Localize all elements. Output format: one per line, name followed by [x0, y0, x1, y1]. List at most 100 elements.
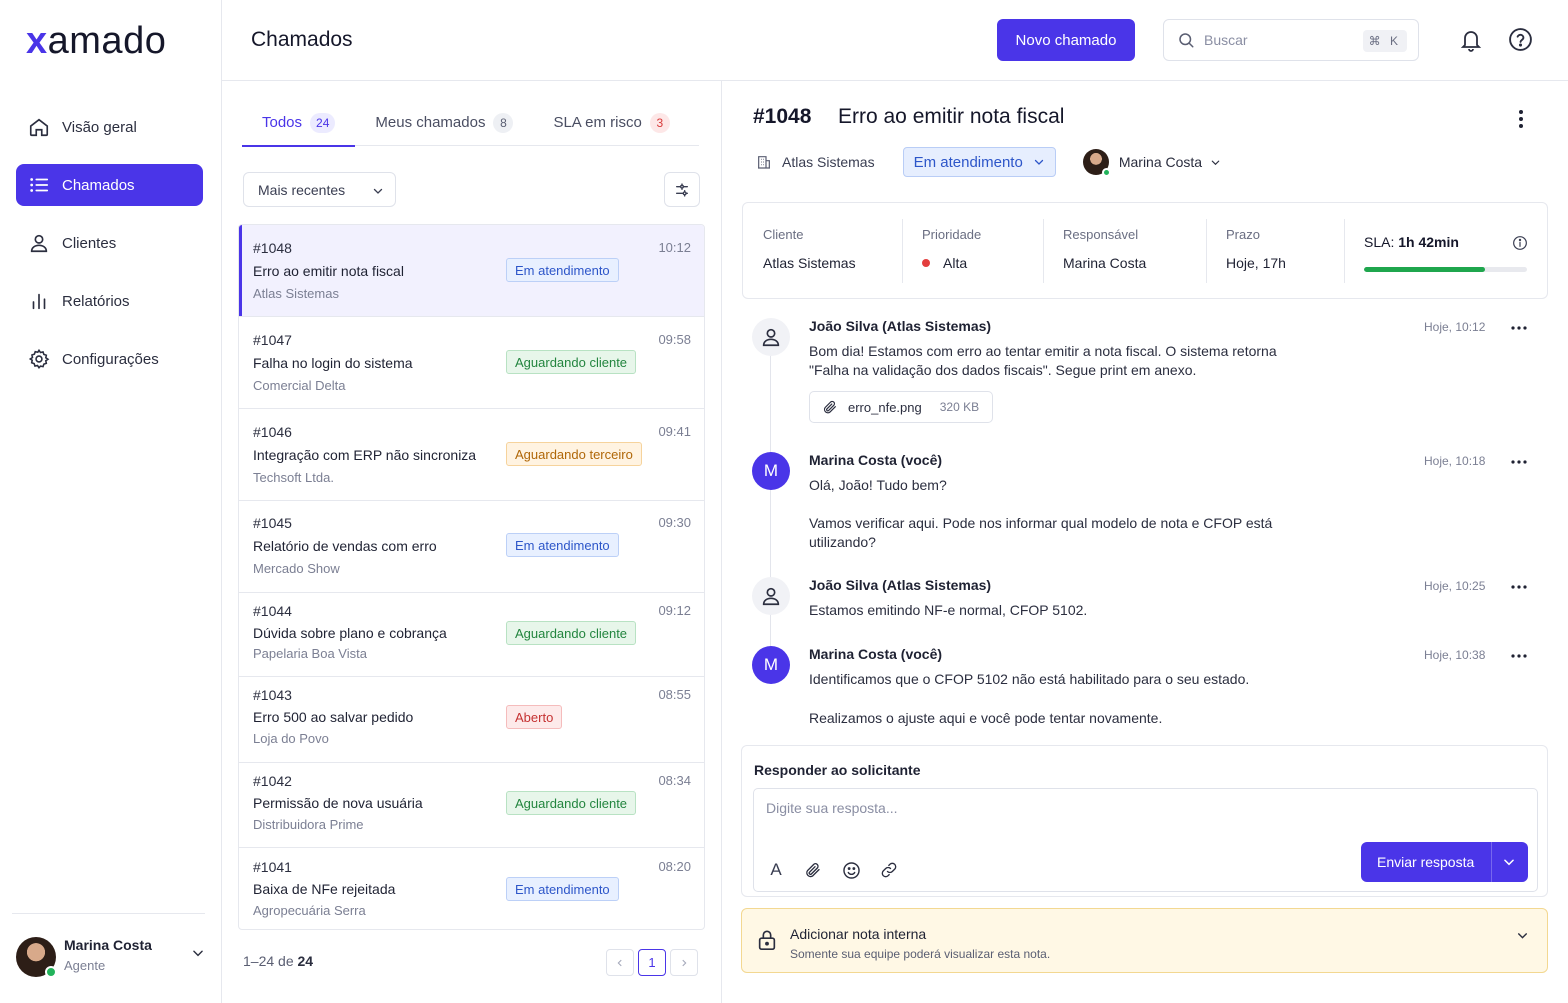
- user-profile[interactable]: Marina Costa Agente: [12, 913, 205, 1003]
- message-time: Hoje, 10:25: [1424, 579, 1486, 593]
- user-icon: [27, 231, 51, 255]
- sidebar-item-label: Relatórios: [62, 292, 130, 310]
- chevron-left-icon: [615, 958, 625, 968]
- text-format-icon[interactable]: A: [764, 858, 788, 882]
- ticket-meta: Atlas Sistemas Em atendimento Marina Cos…: [756, 147, 1221, 177]
- message-time: Hoje, 10:38: [1424, 648, 1486, 662]
- link-icon[interactable]: [877, 858, 901, 882]
- search-icon: [1177, 31, 1195, 49]
- table-row[interactable]: #1043 Erro 500 ao salvar pedido Loja do …: [239, 677, 704, 763]
- more-vertical-icon[interactable]: [1518, 109, 1524, 129]
- chevron-right-icon: [679, 958, 689, 968]
- chevron-down-icon[interactable]: [191, 946, 205, 960]
- attachment-chip[interactable]: erro_nfe.png 320 KB: [809, 391, 994, 423]
- sidebar-item-visao-geral[interactable]: Visão geral: [16, 106, 203, 148]
- message-time: Hoje, 10:12: [1424, 320, 1486, 334]
- status-dropdown[interactable]: Em atendimento: [902, 147, 1056, 177]
- filter-button[interactable]: [664, 172, 700, 207]
- reply-title: Responder ao solicitante: [754, 762, 921, 778]
- sla-progress-bar: [1364, 267, 1527, 272]
- tab-meus-chamados[interactable]: Meus chamados 8: [355, 99, 533, 146]
- priority-dot: [922, 259, 930, 267]
- home-icon: [27, 115, 51, 139]
- chevron-down-icon[interactable]: [1502, 855, 1516, 869]
- send-reply-button[interactable]: Enviar resposta: [1361, 842, 1528, 882]
- internal-note-toggle[interactable]: Adicionar nota interna Somente sua equip…: [741, 908, 1548, 973]
- search-input[interactable]: [1204, 32, 1364, 48]
- message-item: M Marina Costa (você) Hoje, 10:18 Olá, J…: [752, 452, 1542, 557]
- new-ticket-button[interactable]: Novo chamado: [997, 19, 1135, 61]
- sidebar-item-label: Chamados: [62, 176, 135, 194]
- paperclip-icon[interactable]: [801, 858, 825, 882]
- divider: [1491, 842, 1492, 882]
- more-horizontal-icon[interactable]: [1511, 585, 1527, 589]
- sla-progress-fill: [1364, 267, 1485, 272]
- table-row[interactable]: #1045 Relatório de vendas com erro Merca…: [239, 501, 704, 593]
- ticket-title: Erro ao emitir nota fiscal: [253, 263, 404, 279]
- ticket-id: #1042: [253, 773, 292, 789]
- ticket-info-card: Cliente Atlas Sistemas Prioridade Alta R…: [742, 202, 1548, 299]
- avatar: [16, 937, 57, 978]
- tab-count: 3: [649, 112, 670, 133]
- sidebar-item-configuracoes[interactable]: Configurações: [16, 338, 203, 380]
- ticket-title: Falha no login do sistema: [253, 355, 413, 371]
- ticket-time: 08:55: [658, 687, 691, 702]
- search-box[interactable]: ⌘ K: [1163, 19, 1419, 61]
- note-title: Adicionar nota interna: [790, 926, 927, 942]
- ticket-id: #1046: [253, 424, 292, 440]
- reply-textarea[interactable]: [766, 800, 1506, 840]
- ticket-title-heading: Erro ao emitir nota fiscal: [838, 105, 1065, 128]
- ticket-client: Atlas Sistemas: [253, 286, 339, 301]
- table-row[interactable]: #1046 Integração com ERP não sincroniza …: [239, 409, 704, 501]
- message-body: Estamos emitindo NF-e normal, CFOP 5102.: [809, 602, 1088, 618]
- info-icon[interactable]: [1512, 235, 1528, 251]
- next-page-button[interactable]: [670, 949, 698, 976]
- more-horizontal-icon[interactable]: [1511, 460, 1527, 464]
- help-icon[interactable]: [1508, 27, 1533, 52]
- ticket-id: #1045: [253, 515, 292, 531]
- ticket-id: #1047: [253, 332, 292, 348]
- assignee-dropdown[interactable]: Marina Costa: [1082, 149, 1221, 177]
- message-body: Bom dia! Estamos com erro ao tentar emit…: [809, 343, 1277, 378]
- ticket-client: Distribuidora Prime: [253, 817, 364, 832]
- sidebar-item-label: Configurações: [62, 350, 159, 368]
- message-body: Identificamos que o CFOP 5102 não está h…: [809, 671, 1250, 726]
- tab-sla-em-risco[interactable]: SLA em risco 3: [533, 99, 689, 146]
- more-horizontal-icon[interactable]: [1511, 326, 1527, 330]
- sidebar-item-clientes[interactable]: Clientes: [16, 222, 203, 264]
- table-row[interactable]: #1048 Erro ao emitir nota fiscal Atlas S…: [239, 225, 704, 317]
- chevron-down-icon: [372, 185, 384, 197]
- sidebar-item-relatorios[interactable]: Relatórios: [16, 280, 203, 322]
- sla-label: SLA: 1h 42min: [1364, 234, 1459, 250]
- more-horizontal-icon[interactable]: [1511, 654, 1527, 658]
- table-row[interactable]: #1047 Falha no login do sistema Comercia…: [239, 317, 704, 409]
- tab-count: 8: [493, 112, 514, 133]
- message-author: João Silva (Atlas Sistemas): [809, 318, 992, 334]
- table-row[interactable]: #1044 Dúvida sobre plano e cobrança Pape…: [239, 593, 704, 677]
- avatar: M: [752, 452, 790, 490]
- bell-icon[interactable]: [1459, 27, 1483, 53]
- app-logo[interactable]: xamado: [26, 22, 166, 60]
- prev-page-button[interactable]: [606, 949, 634, 976]
- ticket-detail-panel: #1048 Erro ao emitir nota fiscal Atlas S…: [722, 81, 1568, 1003]
- table-row[interactable]: #1041 Baixa de NFe rejeitada Agropecuári…: [239, 848, 704, 929]
- page-title: Chamados: [251, 28, 353, 51]
- ticket-time: 09:58: [658, 332, 691, 347]
- sidebar-item-label: Clientes: [62, 234, 117, 252]
- message-time: Hoje, 10:18: [1424, 454, 1486, 468]
- ticket-number: #1048: [753, 105, 812, 128]
- message-item: João Silva (Atlas Sistemas) Hoje, 10:12 …: [752, 318, 1542, 428]
- bar-chart-icon: [27, 289, 51, 313]
- table-row[interactable]: #1042 Permissão de nova usuária Distribu…: [239, 763, 704, 848]
- sidebar-item-chamados[interactable]: Chamados: [16, 164, 203, 206]
- emoji-icon[interactable]: [839, 858, 863, 882]
- sort-dropdown[interactable]: Mais recentes: [243, 172, 396, 207]
- user-name: Marina Costa: [64, 937, 152, 953]
- status-badge: Aguardando cliente: [506, 791, 637, 815]
- tab-todos[interactable]: Todos 24: [242, 99, 356, 147]
- page-button-1[interactable]: 1: [638, 949, 666, 976]
- ticket-id: #1043: [253, 687, 292, 703]
- chevron-down-icon: [1023, 156, 1045, 168]
- note-subtitle: Somente sua equipe poderá visualizar est…: [790, 947, 1051, 961]
- ticket-time: 09:30: [658, 515, 691, 530]
